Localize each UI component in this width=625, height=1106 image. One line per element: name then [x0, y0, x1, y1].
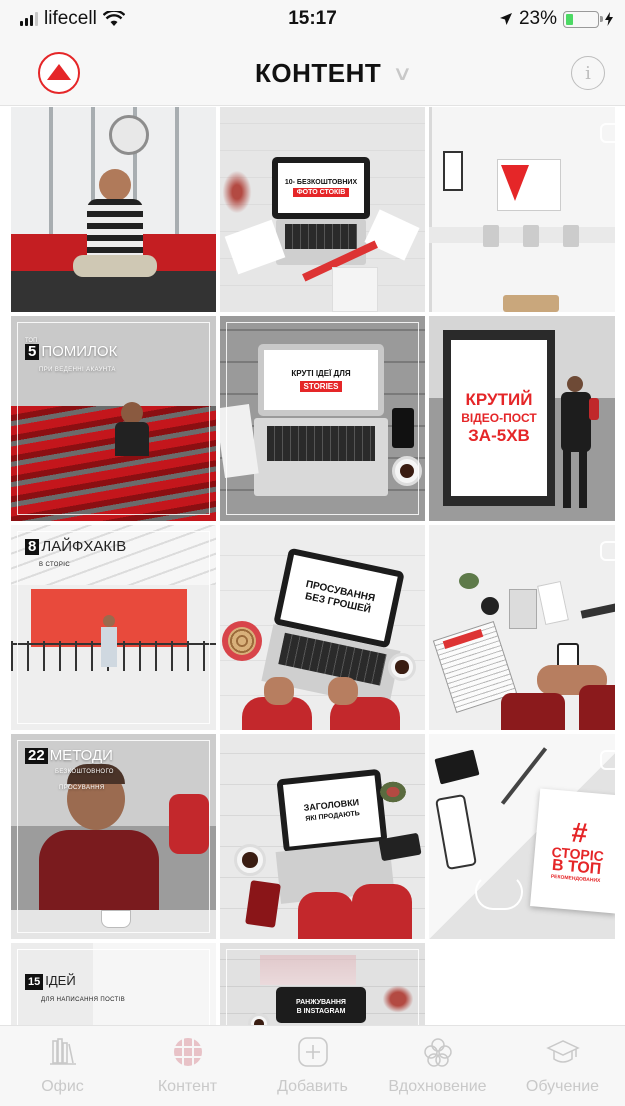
multi-post-icon	[600, 541, 615, 561]
post-4-number: 5	[25, 344, 40, 360]
post-tile-4[interactable]: ТОП 5 ПОМИЛОК ПРИ ВЕДЕННІ АКАУНТА	[11, 316, 216, 521]
post-13-title: ІДЕЙ	[45, 973, 76, 988]
charging-bolt-icon	[605, 12, 613, 26]
tab-inspiration-label: Вдохновение	[388, 1078, 487, 1095]
tab-add[interactable]: Добавить	[250, 1026, 375, 1106]
books-icon	[49, 1038, 76, 1065]
post-tile-11[interactable]: ЗАГОЛОВКИ ЯКІ ПРОДАЮТЬ	[220, 734, 425, 939]
tab-content[interactable]: Контент	[125, 1026, 250, 1106]
post-tile-13[interactable]: 15 ІДЕЙ ДЛЯ НАПИСАННЯ ПОСТІВ	[11, 943, 216, 1025]
post-tile-5[interactable]: КРУТІ ІДЕЇ ДЛЯ STORIES	[220, 316, 425, 521]
post-tile-2[interactable]: 10- БЕЗКОШТОВНИХ ФОТО СТОКІВ	[220, 107, 425, 312]
tab-inspiration[interactable]: Вдохновение	[375, 1026, 500, 1106]
multi-post-icon	[600, 750, 615, 770]
post-10-number: 22	[25, 748, 48, 764]
post-7-number: 8	[25, 539, 40, 555]
tab-content-label: Контент	[157, 1078, 218, 1095]
chevron-down-icon: ∨	[392, 62, 413, 85]
post-4-title: ПОМИЛОК	[41, 343, 118, 360]
post-tile-7[interactable]: 8 ЛАЙФХАКІВ В СТОРІС	[11, 525, 216, 730]
info-icon: i	[585, 62, 591, 84]
status-bar: lifecell 15:17 23%	[0, 0, 625, 40]
post-4-subtitle: ПРИ ВЕДЕННІ АКАУНТА	[39, 367, 116, 373]
post-tile-3[interactable]	[429, 107, 615, 312]
grid-icon	[173, 1038, 202, 1066]
info-button[interactable]: i	[571, 56, 605, 90]
post-10-title: МЕТОДИ	[49, 747, 113, 764]
post-tile-8[interactable]: ПРОСУВАННЯ БЕЗ ГРОШЕЙ	[220, 525, 425, 730]
content-grid: 10- БЕЗКОШТОВНИХ ФОТО СТОКІВ ТОП 5 ПОМИЛО…	[11, 107, 615, 1025]
battery-percent: 23%	[518, 8, 557, 29]
post-2-screen-line2: ФОТО СТОКІВ	[292, 188, 350, 197]
tab-office-label: Офис	[41, 1078, 84, 1095]
tab-bar: Офис Контент Добавить Вдохновение Обучен…	[0, 1025, 625, 1106]
post-10-subtitle-2: ПРОСУВАННЯ	[59, 785, 105, 791]
post-2-screen-line1: 10- БЕЗКОШТОВНИХ	[284, 179, 358, 186]
post-tile-9[interactable]	[429, 525, 615, 730]
tab-add-label: Добавить	[277, 1078, 348, 1095]
multi-post-icon	[600, 123, 615, 143]
post-10-subtitle-1: БЕЗКОШТОВНОГО	[55, 769, 114, 775]
location-arrow-icon	[499, 13, 512, 25]
post-12-hash: #	[570, 816, 589, 849]
nav-header: КОНТЕНТ ∨ i	[0, 40, 625, 106]
tab-learning-label: Обучение	[525, 1078, 600, 1095]
tab-learning[interactable]: Обучение	[500, 1026, 625, 1106]
title-dropdown[interactable]: КОНТЕНТ ∨	[0, 40, 625, 106]
plus-icon	[297, 1037, 328, 1067]
post-7-subtitle: В СТОРІС	[39, 562, 71, 568]
post-6-line3: ЗА-5ХВ	[468, 426, 530, 445]
battery-icon	[563, 10, 603, 28]
post-tile-6[interactable]: КРУТИЙ ВІДЕО-ПОСТ ЗА-5ХВ	[429, 316, 615, 521]
tab-office[interactable]: Офис	[0, 1026, 125, 1106]
post-tile-12[interactable]: # СТОРІС В ТОП РЕКОМЕНДОВАНИХ	[429, 734, 615, 939]
post-6-line1: КРУТИЙ	[465, 390, 533, 409]
post-tile-10[interactable]: 22 МЕТОДИ БЕЗКОШТОВНОГО ПРОСУВАННЯ	[11, 734, 216, 939]
post-13-subtitle: ДЛЯ НАПИСАННЯ ПОСТІВ	[41, 997, 126, 1003]
page-title: КОНТЕНТ	[255, 57, 382, 88]
flower-icon	[423, 1038, 452, 1067]
post-tile-1[interactable]	[11, 107, 216, 312]
post-13-number: 15	[25, 974, 44, 990]
post-6-line2: ВІДЕО-ПОСТ	[461, 411, 537, 425]
post-tile-14[interactable]: РАНЖУВАННЯ В INSTAGRAM	[220, 943, 425, 1025]
graduation-cap-icon	[545, 1040, 580, 1063]
post-7-title: ЛАЙФХАКІВ	[41, 538, 127, 555]
